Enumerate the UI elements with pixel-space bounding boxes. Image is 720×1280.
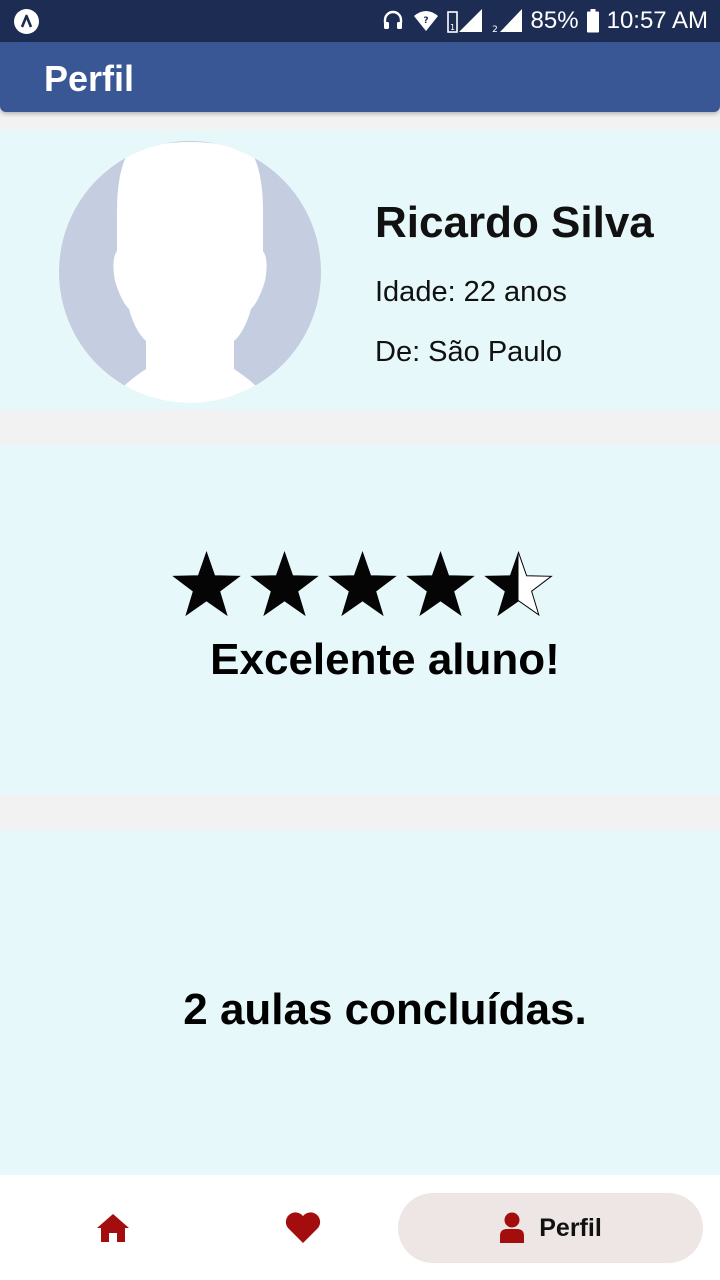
wifi-icon: ?: [413, 9, 439, 33]
star-half-icon: [484, 550, 553, 617]
lessons-completed-label: 2 aulas concluídas.: [183, 985, 587, 1034]
page-title: Perfil: [44, 58, 135, 99]
star-full-icon: [406, 550, 475, 617]
avatar: [59, 141, 321, 403]
user-name: Ricardo Silva: [375, 198, 654, 247]
nav-profile-label: Perfil: [539, 1213, 602, 1242]
heart-icon: [285, 1212, 320, 1243]
star-full-icon: [328, 550, 397, 617]
rating-card: Excelente aluno!: [0, 445, 720, 795]
status-bar: ? 1 2 85% 10:57 AM: [0, 0, 720, 42]
star-full-icon: [172, 550, 241, 617]
home-icon: [96, 1214, 129, 1242]
app-bar: Perfil: [0, 42, 720, 112]
user-city: De: São Paulo: [375, 336, 563, 368]
profile-card: Ricardo Silva Idade: 22 anos De: São Pau…: [0, 130, 720, 410]
lessons-card: 2 aulas concluídas.: [0, 830, 720, 1175]
battery-icon: [586, 9, 599, 33]
svg-text:?: ?: [423, 16, 428, 26]
nav-favorites-button[interactable]: [250, 1193, 355, 1263]
svg-text:2: 2: [492, 25, 498, 34]
signal-icon: 2: [491, 8, 523, 34]
battery-percent: 85%: [530, 7, 579, 34]
bottom-nav: Perfil: [0, 1175, 720, 1280]
nav-profile-button[interactable]: Perfil: [398, 1193, 703, 1263]
star-rating: [171, 549, 554, 621]
star-full-icon: [250, 550, 319, 617]
svg-text:1: 1: [450, 23, 455, 32]
nav-home-button[interactable]: [60, 1193, 165, 1263]
rating-label: Excelente aluno!: [210, 635, 560, 684]
signal-icon: 1: [446, 8, 483, 34]
user-silhouette-icon: [113, 142, 267, 403]
headset-icon: [381, 9, 405, 33]
clock: 10:57 AM: [606, 7, 708, 34]
user-age: Idade: 22 anos: [375, 276, 567, 308]
user-icon: [500, 1212, 525, 1243]
app-logo-icon: [14, 9, 39, 34]
